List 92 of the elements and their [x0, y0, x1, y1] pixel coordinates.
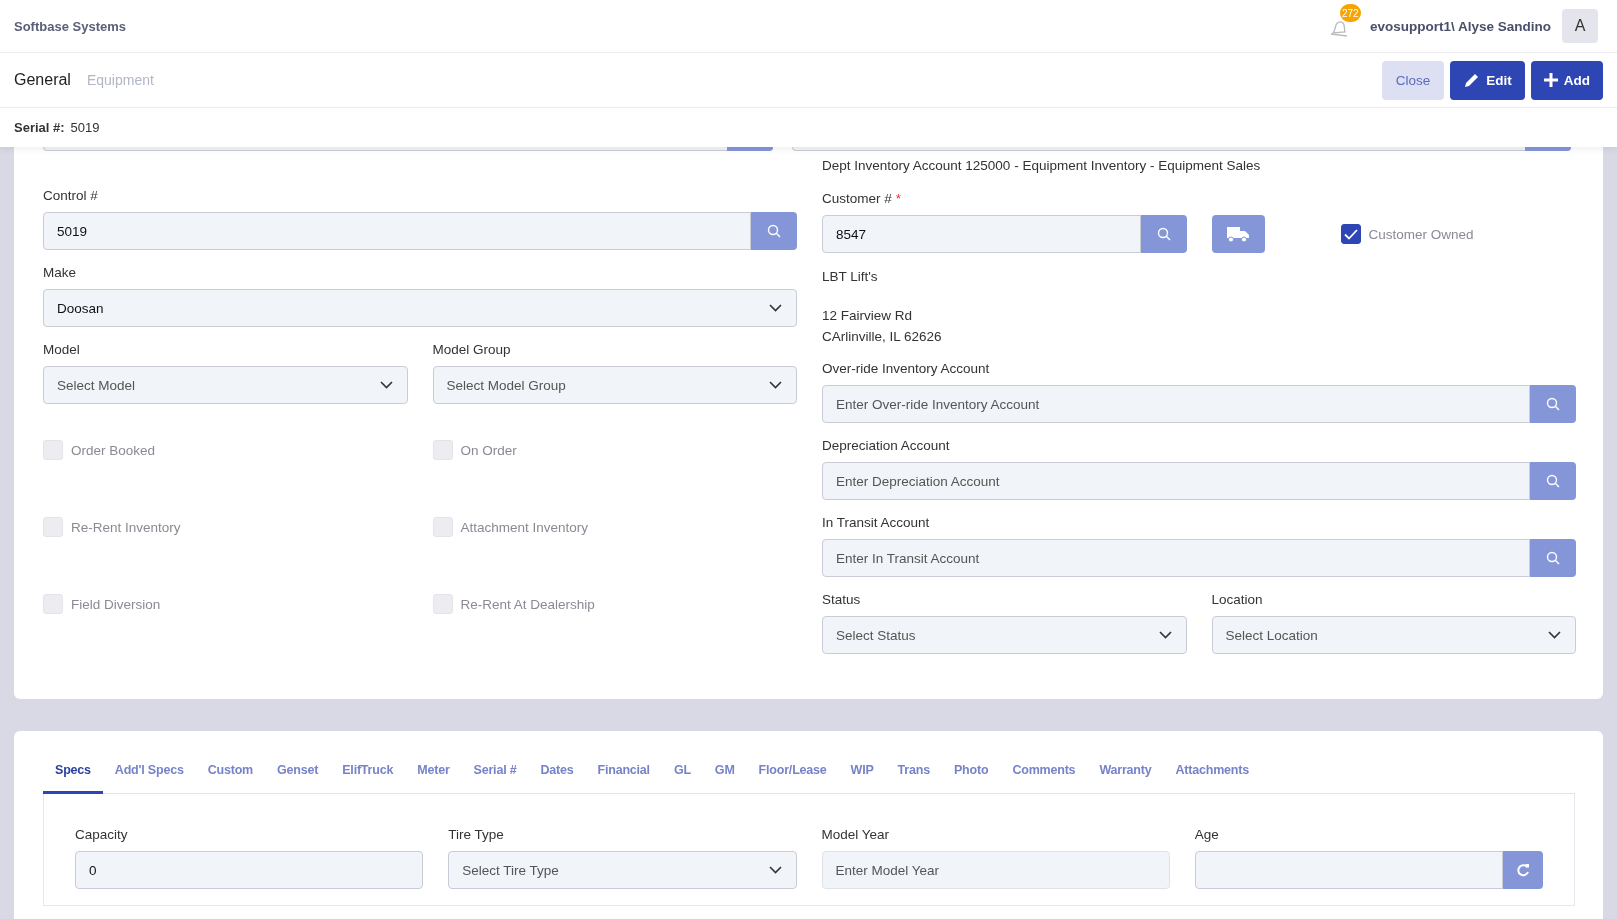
detail-tab[interactable]: WIP: [838, 755, 886, 794]
chevron-icon: [1158, 631, 1172, 639]
search-button[interactable]: [1530, 385, 1576, 423]
address-line: 12 Fairview Rd: [822, 307, 914, 325]
detail-tab[interactable]: Floor/Lease: [746, 755, 839, 794]
field-label: Model: [43, 342, 80, 357]
customer-name: LBT Lift's: [822, 268, 879, 286]
input-field[interactable]: Enter Model Year: [821, 851, 1170, 889]
field-label: Capacity: [75, 827, 128, 842]
input-field[interactable]: 5019: [43, 212, 751, 250]
dropdown[interactable]: Select Model: [43, 366, 408, 404]
detail-tab[interactable]: GM: [702, 755, 747, 794]
refresh-button[interactable]: [1503, 851, 1543, 889]
pencil-icon: [1463, 71, 1481, 89]
input-field[interactable]: Enter Over-ride Inventory Account: [822, 385, 1530, 423]
detail-tab[interactable]: Financial: [585, 755, 662, 794]
search-icon: [1546, 474, 1560, 488]
detail-tab[interactable]: Dates: [528, 755, 586, 794]
account-note: Dept Inventory Account 125000 - Equipment Inventory - Equipment Sales: [822, 157, 1262, 174]
dropdown[interactable]: Select Tire Type: [448, 851, 797, 889]
app-title: Softbase Systems: [14, 18, 126, 34]
dropdown[interactable]: Select Model Group: [432, 366, 797, 404]
detail-tab[interactable]: Specs: [43, 755, 103, 794]
checkbox-label: Customer Owned: [1368, 226, 1474, 242]
detail-tab[interactable]: GL: [661, 755, 703, 794]
detail-tab[interactable]: Warranty: [1087, 755, 1164, 794]
truck-button[interactable]: [1211, 215, 1265, 253]
refresh-icon: [1516, 863, 1530, 877]
dropdown[interactable]: Doosan: [43, 289, 797, 327]
field-label: Status: [822, 592, 861, 607]
user-name[interactable]: evosupport1\ Alyse Sandino: [1369, 18, 1551, 34]
notification-badge: 272: [1339, 4, 1361, 22]
search-icon: [1156, 227, 1171, 241]
search-button[interactable]: [1140, 215, 1187, 253]
required-mark: *: [895, 191, 902, 206]
field-label: Depreciation Account: [822, 438, 950, 453]
chevron-icon: [1548, 631, 1561, 639]
checkbox-label: On Order: [460, 442, 517, 458]
address-line: CArlinville, IL 62626: [822, 328, 943, 346]
checkbox[interactable]: [1340, 224, 1361, 244]
checkbox-label: Field Diversion: [71, 596, 161, 612]
detail-tab[interactable]: Add'l Specs: [102, 755, 196, 794]
dropdown[interactable]: Select Location: [1211, 616, 1576, 654]
field-label: Over-ride Inventory Account: [822, 361, 990, 376]
field-label: Model Group: [432, 342, 511, 357]
serial-label: Serial #:: [14, 120, 65, 135]
detail-tab[interactable]: Meter: [405, 755, 462, 794]
search-button[interactable]: [751, 212, 797, 250]
plus-icon: [1543, 73, 1558, 87]
secondary-button[interactable]: Close: [1381, 60, 1445, 100]
detail-tab[interactable]: Attachments: [1163, 755, 1261, 794]
search-icon: [767, 224, 781, 238]
input-field[interactable]: Enter In Transit Account: [822, 539, 1530, 577]
header-tab[interactable]: Equipment: [86, 72, 154, 88]
field-label: Make: [43, 265, 76, 280]
add-button[interactable]: Add: [1530, 60, 1603, 100]
field-label: Customer #: [822, 191, 892, 206]
header-tab[interactable]: General: [14, 71, 71, 89]
field-label: Model Year: [821, 827, 890, 842]
checkbox-label: Re-Rent Inventory: [71, 519, 181, 535]
field-label: Location: [1211, 592, 1263, 607]
search-button[interactable]: [1530, 462, 1576, 500]
detail-tab[interactable]: Genset: [265, 755, 331, 794]
dropdown[interactable]: Select Status: [822, 616, 1187, 654]
field-label: Age: [1194, 827, 1219, 842]
search-icon: [1546, 551, 1560, 565]
input-field[interactable]: Enter Depreciation Account: [822, 462, 1530, 500]
avatar[interactable]: A: [1562, 9, 1598, 43]
input-field[interactable]: [1194, 851, 1503, 889]
field-label: In Transit Account: [822, 515, 930, 530]
detail-tab[interactable]: Serial #: [461, 755, 529, 794]
input-field[interactable]: 0: [75, 851, 424, 889]
detail-tab[interactable]: ElifTruck: [330, 755, 406, 794]
chevron-icon: [379, 381, 393, 389]
search-button[interactable]: [1530, 539, 1576, 577]
chevron-icon: [768, 866, 782, 874]
field-label: Tire Type: [448, 827, 504, 842]
detail-tab[interactable]: Comments: [1000, 755, 1088, 794]
checkbox-label: Attachment Inventory: [460, 519, 589, 535]
checkbox-label: Re-Rent At Dealership: [460, 596, 595, 612]
checkbox-label: Order Booked: [71, 442, 156, 458]
detail-tab[interactable]: Trans: [885, 755, 942, 794]
detail-tab[interactable]: Custom: [195, 755, 266, 794]
chevron-icon: [769, 304, 782, 312]
input-field[interactable]: 8547: [822, 215, 1141, 253]
search-icon: [1546, 397, 1560, 411]
truck-icon: [1226, 225, 1250, 243]
detail-tab[interactable]: Photo: [941, 755, 1001, 794]
chevron-icon: [769, 381, 782, 389]
edit-button[interactable]: Edit: [1450, 60, 1525, 100]
serial-value: 5019: [70, 120, 100, 135]
field-label: Control #: [43, 188, 98, 203]
